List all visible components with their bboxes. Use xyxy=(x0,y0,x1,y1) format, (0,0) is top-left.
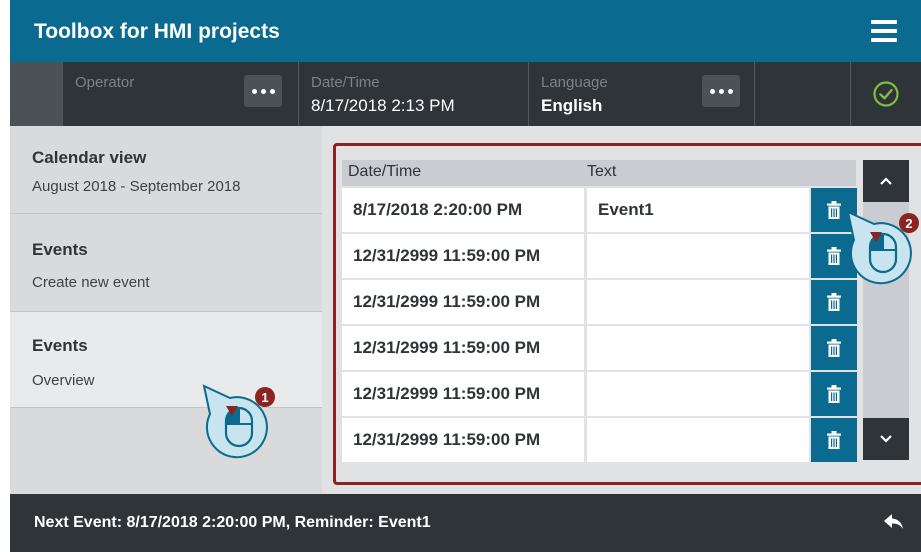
operator-more-button[interactable] xyxy=(244,75,282,107)
datetime-cell-text: 12/31/2999 11:59:00 PM xyxy=(353,246,541,265)
operator-section: Operator xyxy=(62,62,298,126)
text-cell[interactable] xyxy=(587,326,809,370)
trash-icon xyxy=(827,247,841,265)
text-cell[interactable] xyxy=(587,372,809,416)
trash-icon xyxy=(827,385,841,403)
sidebar-item-calendar-view[interactable]: Calendar view August 2018 - September 20… xyxy=(10,126,322,214)
back-arrow-icon[interactable] xyxy=(883,513,905,531)
delete-event-button[interactable] xyxy=(811,372,857,416)
next-event-text: Next Event: 8/17/2018 2:20:00 PM, Remind… xyxy=(34,514,431,531)
marker-1-label: 1 xyxy=(261,390,268,405)
empty-section xyxy=(754,62,850,126)
scroll-up-button[interactable] xyxy=(863,160,909,202)
table-row[interactable]: 12/31/2999 11:59:00 PM xyxy=(342,280,861,324)
sidebar-item-title: Events xyxy=(32,240,88,259)
datetime-cell[interactable]: 12/31/2999 11:59:00 PM xyxy=(342,418,584,462)
table-header: Date/Time Text xyxy=(342,160,856,186)
delete-event-button[interactable] xyxy=(811,326,857,370)
info-bar: Operator Date/Time 8/17/2018 2:13 PM Lan… xyxy=(10,62,921,126)
table-row[interactable]: 12/31/2999 11:59:00 PM xyxy=(342,326,861,370)
marker-2-label: 2 xyxy=(905,216,912,231)
sidebar-item-subtitle: August 2018 - September 2018 xyxy=(32,178,241,195)
check-circle-icon xyxy=(873,81,899,107)
datetime-section: Date/Time 8/17/2018 2:13 PM xyxy=(298,62,528,126)
table-row[interactable]: 12/31/2999 11:59:00 PM xyxy=(342,418,861,462)
sidebar-item-create-event[interactable]: Events Create new event xyxy=(10,214,322,312)
datetime-cell-text: 12/31/2999 11:59:00 PM xyxy=(353,338,541,357)
highlight-frame: Date/Time Text 8/17/2018 2:20:00 PM Event… xyxy=(333,143,921,485)
datetime-cell-text: 12/31/2999 11:59:00 PM xyxy=(353,384,541,403)
mouse-cursor-annotation-1: 1 xyxy=(200,384,278,462)
column-header-datetime: Date/Time xyxy=(348,163,422,180)
status-footer: Next Event: 8/17/2018 2:20:00 PM, Remind… xyxy=(10,494,921,552)
sidebar-item-subtitle: Overview xyxy=(32,372,95,389)
table-row[interactable]: 12/31/2999 11:59:00 PM xyxy=(342,234,861,278)
scrollbar[interactable] xyxy=(863,160,909,460)
text-cell-text: Event1 xyxy=(598,200,654,219)
datetime-cell-text: 12/31/2999 11:59:00 PM xyxy=(353,292,541,311)
table-row[interactable]: 8/17/2018 2:20:00 PM Event1 xyxy=(342,188,861,232)
datetime-cell-text: 12/31/2999 11:59:00 PM xyxy=(353,430,541,449)
language-section: Language English xyxy=(528,62,754,126)
scroll-down-button[interactable] xyxy=(863,418,909,460)
datetime-value: 8/17/2018 2:13 PM xyxy=(311,96,455,115)
datetime-cell[interactable]: 12/31/2999 11:59:00 PM xyxy=(342,372,584,416)
text-cell[interactable] xyxy=(587,280,809,324)
title-bar: Toolbox for HMI projects xyxy=(10,0,921,62)
chevron-down-icon xyxy=(880,435,892,443)
app-title: Toolbox for HMI projects xyxy=(34,20,280,43)
mouse-cursor-icon: 1 xyxy=(202,384,275,459)
column-header-text: Text xyxy=(587,163,617,180)
language-label: Language xyxy=(541,74,608,91)
datetime-cell[interactable]: 12/31/2999 11:59:00 PM xyxy=(342,280,584,324)
language-more-button[interactable] xyxy=(702,75,740,107)
trash-icon xyxy=(827,201,841,219)
sidebar-item-title: Events xyxy=(32,336,88,355)
datetime-cell[interactable]: 12/31/2999 11:59:00 PM xyxy=(342,326,584,370)
datetime-cell-text: 8/17/2018 2:20:00 PM xyxy=(353,200,523,219)
table-row[interactable]: 12/31/2999 11:59:00 PM xyxy=(342,372,861,416)
datetime-cell[interactable]: 8/17/2018 2:20:00 PM xyxy=(342,188,584,232)
text-cell[interactable] xyxy=(587,418,809,462)
text-cell[interactable] xyxy=(587,234,809,278)
delete-event-button[interactable] xyxy=(811,418,857,462)
sidebar-item-title: Calendar view xyxy=(32,148,147,167)
menu-icon[interactable] xyxy=(871,20,897,42)
mouse-cursor-annotation-2: 2 xyxy=(844,210,921,288)
operator-label: Operator xyxy=(75,74,135,91)
trash-icon xyxy=(827,339,841,357)
trash-icon xyxy=(827,293,841,311)
main-content: Date/Time Text 8/17/2018 2:20:00 PM Event… xyxy=(322,126,921,494)
datetime-cell[interactable]: 12/31/2999 11:59:00 PM xyxy=(342,234,584,278)
mouse-cursor-icon: 2 xyxy=(846,210,919,285)
operator-avatar xyxy=(10,62,62,126)
datetime-label: Date/Time xyxy=(311,74,380,91)
text-cell[interactable]: Event1 xyxy=(587,188,809,232)
sidebar-item-subtitle: Create new event xyxy=(32,274,150,291)
chevron-up-icon xyxy=(880,177,892,185)
language-value: English xyxy=(541,96,603,115)
status-section[interactable] xyxy=(850,62,921,126)
trash-icon xyxy=(827,431,841,449)
events-table: Date/Time Text 8/17/2018 2:20:00 PM Event… xyxy=(342,160,861,462)
